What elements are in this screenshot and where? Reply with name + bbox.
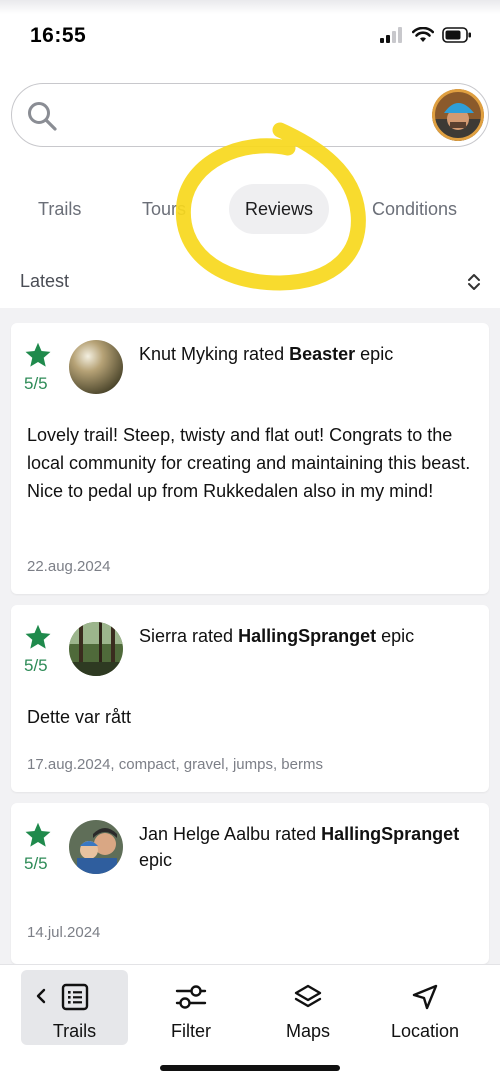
battery-icon <box>442 27 471 43</box>
search-bar[interactable] <box>11 83 489 147</box>
reviewer-name[interactable]: Sierra <box>139 626 187 646</box>
nav-label[interactable]: Trails <box>21 1021 128 1042</box>
rating-score: 5/5 <box>24 374 48 393</box>
tab-trails[interactable]: Trails <box>38 184 81 234</box>
trail-grade: epic <box>139 850 173 870</box>
rated-word: rated <box>243 344 285 364</box>
review-headline: Jan Helge Aalbu rated HallingSpranget ep… <box>139 821 479 873</box>
review-feed[interactable]: 5/5 Knut Myking rated Beaster epic Lovel… <box>0 308 500 964</box>
star-icon <box>25 822 51 847</box>
trail-name[interactable]: Beaster <box>289 344 355 364</box>
sort-row[interactable]: Latest <box>0 258 500 304</box>
user-avatar[interactable] <box>432 89 484 141</box>
reviewer-avatar[interactable] <box>69 820 123 874</box>
trail-name[interactable]: HallingSpranget <box>238 626 376 646</box>
cellular-signal-icon <box>380 27 402 43</box>
reviewer-avatar[interactable] <box>69 622 123 676</box>
review-headline: Knut Myking rated Beaster epic <box>139 341 479 367</box>
status-icons <box>380 27 472 43</box>
nav-location[interactable]: Location <box>374 970 476 1045</box>
back-chevron-icon[interactable] <box>35 988 47 1004</box>
trail-name[interactable]: HallingSpranget <box>321 824 459 844</box>
review-card[interactable]: 5/5 Jan Helge Aalbu rated HallingSprange… <box>11 803 489 964</box>
sliders-icon <box>175 985 207 1009</box>
review-meta: 14.jul.2024 <box>27 924 101 941</box>
review-card[interactable]: 5/5 Sierra rated HallingSpranget epic De… <box>11 605 489 792</box>
review-card[interactable]: 5/5 Knut Myking rated Beaster epic Lovel… <box>11 323 489 594</box>
reviewer-name[interactable]: Jan Helge Aalbu <box>139 824 270 844</box>
list-icon <box>61 983 89 1011</box>
sort-label[interactable]: Latest <box>20 271 69 292</box>
status-bar: 16:55 <box>0 0 500 70</box>
nav-filter[interactable]: Filter <box>140 970 242 1045</box>
rated-word: rated <box>192 626 234 646</box>
tab-bar: Trails Tours Reviews Conditions <box>0 184 500 234</box>
home-indicator[interactable] <box>160 1065 340 1071</box>
tab-conditions[interactable]: Conditions <box>372 184 457 234</box>
review-text: Lovely trail! Steep, twisty and flat out… <box>27 425 471 501</box>
reviewer-name[interactable]: Knut Myking <box>139 344 238 364</box>
tab-reviews[interactable]: Reviews <box>229 184 330 234</box>
nav-label[interactable]: Maps <box>257 1021 359 1042</box>
review-text: Dette var rått <box>27 707 132 727</box>
star-icon <box>25 342 51 367</box>
navigation-arrow-icon <box>412 984 438 1010</box>
star-icon <box>25 624 51 649</box>
review-meta: 22.aug.2024 <box>27 558 111 575</box>
rating-score: 5/5 <box>24 656 48 675</box>
tab-tours[interactable]: Tours <box>142 184 186 234</box>
trail-grade: epic <box>360 344 394 364</box>
status-time: 16:55 <box>30 24 87 47</box>
rating-score: 5/5 <box>24 854 48 873</box>
nav-label[interactable]: Location <box>374 1021 476 1042</box>
wifi-icon <box>412 27 434 42</box>
review-meta: 17.aug.2024, compact, gravel, jumps, ber… <box>27 756 323 773</box>
rated-word: rated <box>275 824 317 844</box>
nav-maps[interactable]: Maps <box>257 970 359 1045</box>
trail-grade: epic <box>381 626 415 646</box>
nav-trails[interactable]: Trails <box>21 970 128 1045</box>
nav-label[interactable]: Filter <box>140 1021 242 1042</box>
review-headline: Sierra rated HallingSpranget epic <box>139 623 479 649</box>
layers-icon <box>294 984 322 1008</box>
search-icon[interactable] <box>26 100 58 132</box>
sort-chevron-icon[interactable] <box>466 272 482 292</box>
reviewer-avatar[interactable] <box>69 340 123 394</box>
